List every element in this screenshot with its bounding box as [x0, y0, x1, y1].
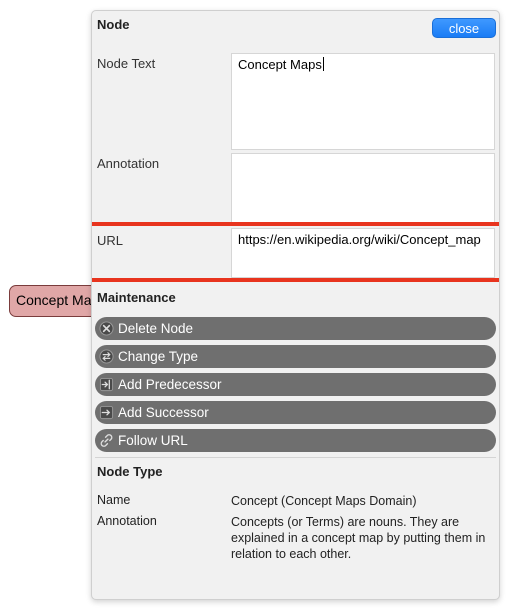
url-field[interactable]: https://en.wikipedia.org/wiki/Concept_ma…	[231, 228, 495, 278]
node-type-name-label: Name	[97, 493, 131, 507]
node-type-title: Node Type	[97, 464, 163, 479]
node-properties-panel: Node close Node Text Concept Maps Annota…	[91, 10, 500, 600]
add-predecessor-button[interactable]: Add Predecessor	[95, 373, 496, 396]
text-caret	[322, 57, 324, 71]
editor-stage: Concept Maps Node close Node Text Concep…	[0, 0, 511, 608]
link-icon	[100, 434, 113, 447]
change-type-label: Change Type	[118, 349, 199, 364]
node-text-field[interactable]: Concept Maps	[231, 53, 495, 150]
node-type-annotation-label: Annotation	[97, 514, 157, 528]
node-text-value: Concept Maps	[238, 57, 322, 72]
change-type-icon	[99, 349, 114, 364]
maintenance-title: Maintenance	[97, 290, 176, 305]
node-type-name-value: Concept (Concept Maps Domain)	[231, 494, 417, 508]
add-predecessor-label: Add Predecessor	[118, 377, 222, 392]
follow-url-label: Follow URL	[118, 433, 188, 448]
annotation-label: Annotation	[97, 156, 160, 171]
add-successor-button[interactable]: Add Successor	[95, 401, 496, 424]
url-label: URL	[97, 233, 124, 248]
delete-node-button[interactable]: Delete Node	[95, 317, 496, 340]
add-predecessor-icon	[99, 377, 114, 392]
delete-node-label: Delete Node	[118, 321, 194, 336]
annotation-field[interactable]	[231, 153, 495, 223]
change-type-button[interactable]: Change Type	[95, 345, 496, 368]
follow-url-button[interactable]: Follow URL	[95, 429, 496, 452]
panel-title: Node	[97, 17, 130, 32]
delete-circle-icon	[99, 321, 114, 336]
add-successor-label: Add Successor	[118, 405, 209, 420]
node-text-label: Node Text	[97, 56, 156, 71]
section-divider	[95, 457, 496, 458]
close-button[interactable]: close	[432, 18, 496, 38]
add-successor-icon	[99, 405, 114, 420]
node-type-annotation-value: Concepts (or Terms) are nouns. They are …	[231, 515, 486, 561]
